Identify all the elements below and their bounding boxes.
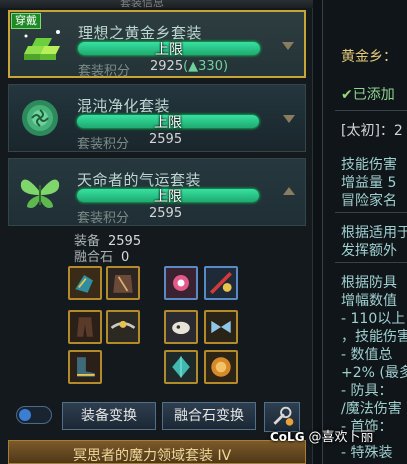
tooltip-line: ✔已添加 xyxy=(341,87,395,103)
tooltip-line: 黄金乡： xyxy=(341,49,397,65)
tooltip-line: 发挥额外 xyxy=(341,243,397,259)
fusion-score-row: 融合石 0 xyxy=(74,246,129,265)
gold-bars-icon xyxy=(14,18,68,72)
bottom-set-name: 冥思者的魔力领域套装 IV xyxy=(73,448,232,464)
earring-slot[interactable] xyxy=(204,350,238,384)
divider xyxy=(335,110,407,111)
tooltip-line: 根据适用于 xyxy=(341,225,407,241)
watermark-text: @喜欢卜丽 xyxy=(308,430,374,445)
shoulder-slot[interactable] xyxy=(68,266,102,300)
expand-arrow-icon[interactable] xyxy=(283,115,295,123)
score-label: 套装积分 xyxy=(77,137,130,152)
tooltip-line: - 数值总 xyxy=(341,347,393,363)
tooltip-line: [太初]：2 xyxy=(341,123,403,139)
fusion-label: 融合石 xyxy=(74,250,114,265)
panel-title-strip: 套装信息 xyxy=(0,0,313,9)
panel-title: 套装信息 xyxy=(120,0,164,9)
bar-text: 上限 xyxy=(154,115,182,131)
collapse-arrow-icon[interactable] xyxy=(283,187,295,195)
score-value: 2925(▲330) xyxy=(150,59,228,74)
rose-icon xyxy=(13,91,67,145)
score-number: 2925 xyxy=(150,59,184,74)
butterfly-icon xyxy=(13,165,67,219)
fusion-change-button[interactable]: 融合石变换 xyxy=(162,402,256,430)
divider xyxy=(335,262,407,263)
ring-slot[interactable] xyxy=(164,310,198,344)
necklace-slot[interactable] xyxy=(164,266,198,300)
pants-slot[interactable] xyxy=(68,310,102,344)
tooltip-line: 技能伤害 xyxy=(341,157,397,173)
set-card-destiny[interactable]: 天命者的气运套装 上限 套装积分 2595 xyxy=(8,158,306,226)
score-label: 套装积分 xyxy=(77,211,130,226)
equip-change-button[interactable]: 装备变换 xyxy=(62,402,156,430)
score-value: 2595 xyxy=(149,132,183,147)
preset-toggle[interactable] xyxy=(16,406,52,424)
belt-slot[interactable] xyxy=(106,310,140,344)
tooltip-line: 根据防具 xyxy=(341,275,397,291)
set-card-mind[interactable]: 冥思者的魔力领域套装 IV xyxy=(8,440,306,464)
support-slot[interactable] xyxy=(204,310,238,344)
tooltip-line: 增益量 5 xyxy=(341,175,397,191)
score-label: 套装积分 xyxy=(78,64,131,79)
bar-text: 上限 xyxy=(154,189,182,205)
shoes-slot[interactable] xyxy=(68,350,102,384)
tooltip-line: - 防具： xyxy=(341,383,393,399)
set-progress-bar: 上限 xyxy=(77,115,259,131)
tooltip-line: - 特殊装 xyxy=(341,445,393,461)
set-effect-tooltip: 黄金乡： ✔已添加 [太初]：2 技能伤害 增益量 5 冒险家名 根据适用于 发… xyxy=(322,0,407,464)
fusion-value: 0 xyxy=(121,250,130,265)
set-progress-bar: 上限 xyxy=(77,189,259,205)
set-progress-bar: 上限 xyxy=(78,42,260,58)
tooltip-line: 冒险家名 xyxy=(341,193,397,209)
tooltip-line: /魔法伤害 xyxy=(341,401,402,417)
watermark: CoLG @喜欢卜丽 xyxy=(270,426,374,445)
top-slot[interactable] xyxy=(106,266,140,300)
tooltip-line: +2% (最多 xyxy=(341,365,407,381)
toggle-knob xyxy=(19,409,31,421)
watermark-brand: CoLG xyxy=(270,430,305,444)
tooltip-line: 增幅数值 xyxy=(341,293,397,309)
check-icon: ✔ xyxy=(341,87,353,103)
tooltip-line: - 110以上 xyxy=(341,311,406,327)
set-card-golden[interactable]: 穿戴 理想之黄金乡套装 上限 套装积分 2925(▲330) xyxy=(8,10,306,79)
score-bonus: (▲330) xyxy=(183,59,229,74)
bracelet-slot[interactable] xyxy=(204,266,238,300)
set-list-panel: 套装信息 穿戴 理想之黄金乡套装 上限 套装积分 2925(▲330) 混沌净化… xyxy=(0,0,313,464)
divider xyxy=(335,212,407,213)
tooltip-line: ，技能伤害 xyxy=(341,329,407,345)
score-value: 2595 xyxy=(149,206,183,221)
expand-arrow-icon[interactable] xyxy=(282,42,294,50)
set-card-chaos[interactable]: 混沌净化套装 上限 套装积分 2595 xyxy=(8,84,306,152)
magic-stone-slot[interactable] xyxy=(164,350,198,384)
bar-text: 上限 xyxy=(155,42,183,58)
